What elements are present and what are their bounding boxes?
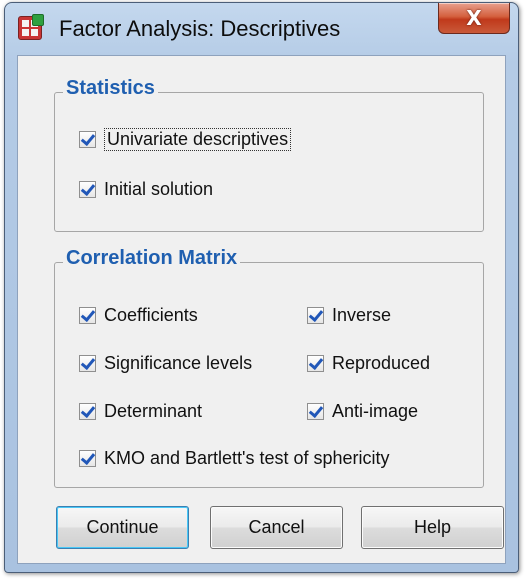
statistics-legend: Statistics [63, 77, 158, 100]
checkbox-label: Determinant [104, 401, 203, 421]
correlation-legend: Correlation Matrix [63, 247, 241, 270]
title-bar[interactable]: Factor Analysis: Descriptives X [5, 3, 518, 55]
window-title: Factor Analysis: Descriptives [59, 16, 341, 41]
significance-levels-checkbox[interactable]: Significance levels [79, 353, 252, 374]
kmo-bartlett-checkbox[interactable]: KMO and Bartlett's test of sphericity [79, 448, 390, 469]
dialog-window: Factor Analysis: Descriptives X Statisti… [4, 2, 519, 573]
initial-solution-checkbox[interactable]: Initial solution [79, 179, 213, 200]
statistics-group: Statistics Univariate descriptives Initi… [54, 77, 484, 232]
checkbox-label: Inverse [332, 305, 392, 325]
continue-button[interactable]: Continue [56, 506, 189, 549]
dialog-body: Statistics Univariate descriptives Initi… [17, 55, 506, 564]
inverse-checkbox[interactable]: Inverse [307, 305, 391, 326]
checkbox-checked-icon[interactable] [79, 181, 96, 198]
checkbox-label: KMO and Bartlett's test of sphericity [104, 448, 390, 468]
checkbox-checked-icon[interactable] [79, 450, 96, 467]
checkbox-checked-icon[interactable] [79, 131, 96, 148]
checkbox-checked-icon[interactable] [79, 307, 96, 324]
close-button[interactable]: X [438, 3, 510, 34]
help-button[interactable]: Help [361, 506, 504, 549]
checkbox-checked-icon[interactable] [307, 403, 324, 420]
green-square-icon [32, 14, 44, 26]
determinant-checkbox[interactable]: Determinant [79, 401, 202, 422]
checkbox-label: Reproduced [332, 353, 431, 373]
correlation-matrix-group: Correlation Matrix Coefficients Inverse … [54, 247, 484, 488]
checkbox-label: Initial solution [104, 179, 214, 199]
anti-image-checkbox[interactable]: Anti-image [307, 401, 418, 422]
checkbox-checked-icon[interactable] [307, 355, 324, 372]
checkbox-checked-icon[interactable] [307, 307, 324, 324]
univariate-descriptives-checkbox[interactable]: Univariate descriptives [79, 128, 292, 151]
checkbox-label: Significance levels [104, 353, 253, 373]
coefficients-checkbox[interactable]: Coefficients [79, 305, 198, 326]
checkbox-label: Anti-image [332, 401, 419, 421]
close-icon: X [466, 6, 482, 30]
checkbox-checked-icon[interactable] [79, 355, 96, 372]
reproduced-checkbox[interactable]: Reproduced [307, 353, 430, 374]
cancel-button[interactable]: Cancel [210, 506, 343, 549]
spss-app-icon [18, 14, 44, 40]
checkbox-checked-icon[interactable] [79, 403, 96, 420]
checkbox-label: Coefficients [104, 305, 198, 325]
checkbox-label: Univariate descriptives [104, 128, 292, 151]
